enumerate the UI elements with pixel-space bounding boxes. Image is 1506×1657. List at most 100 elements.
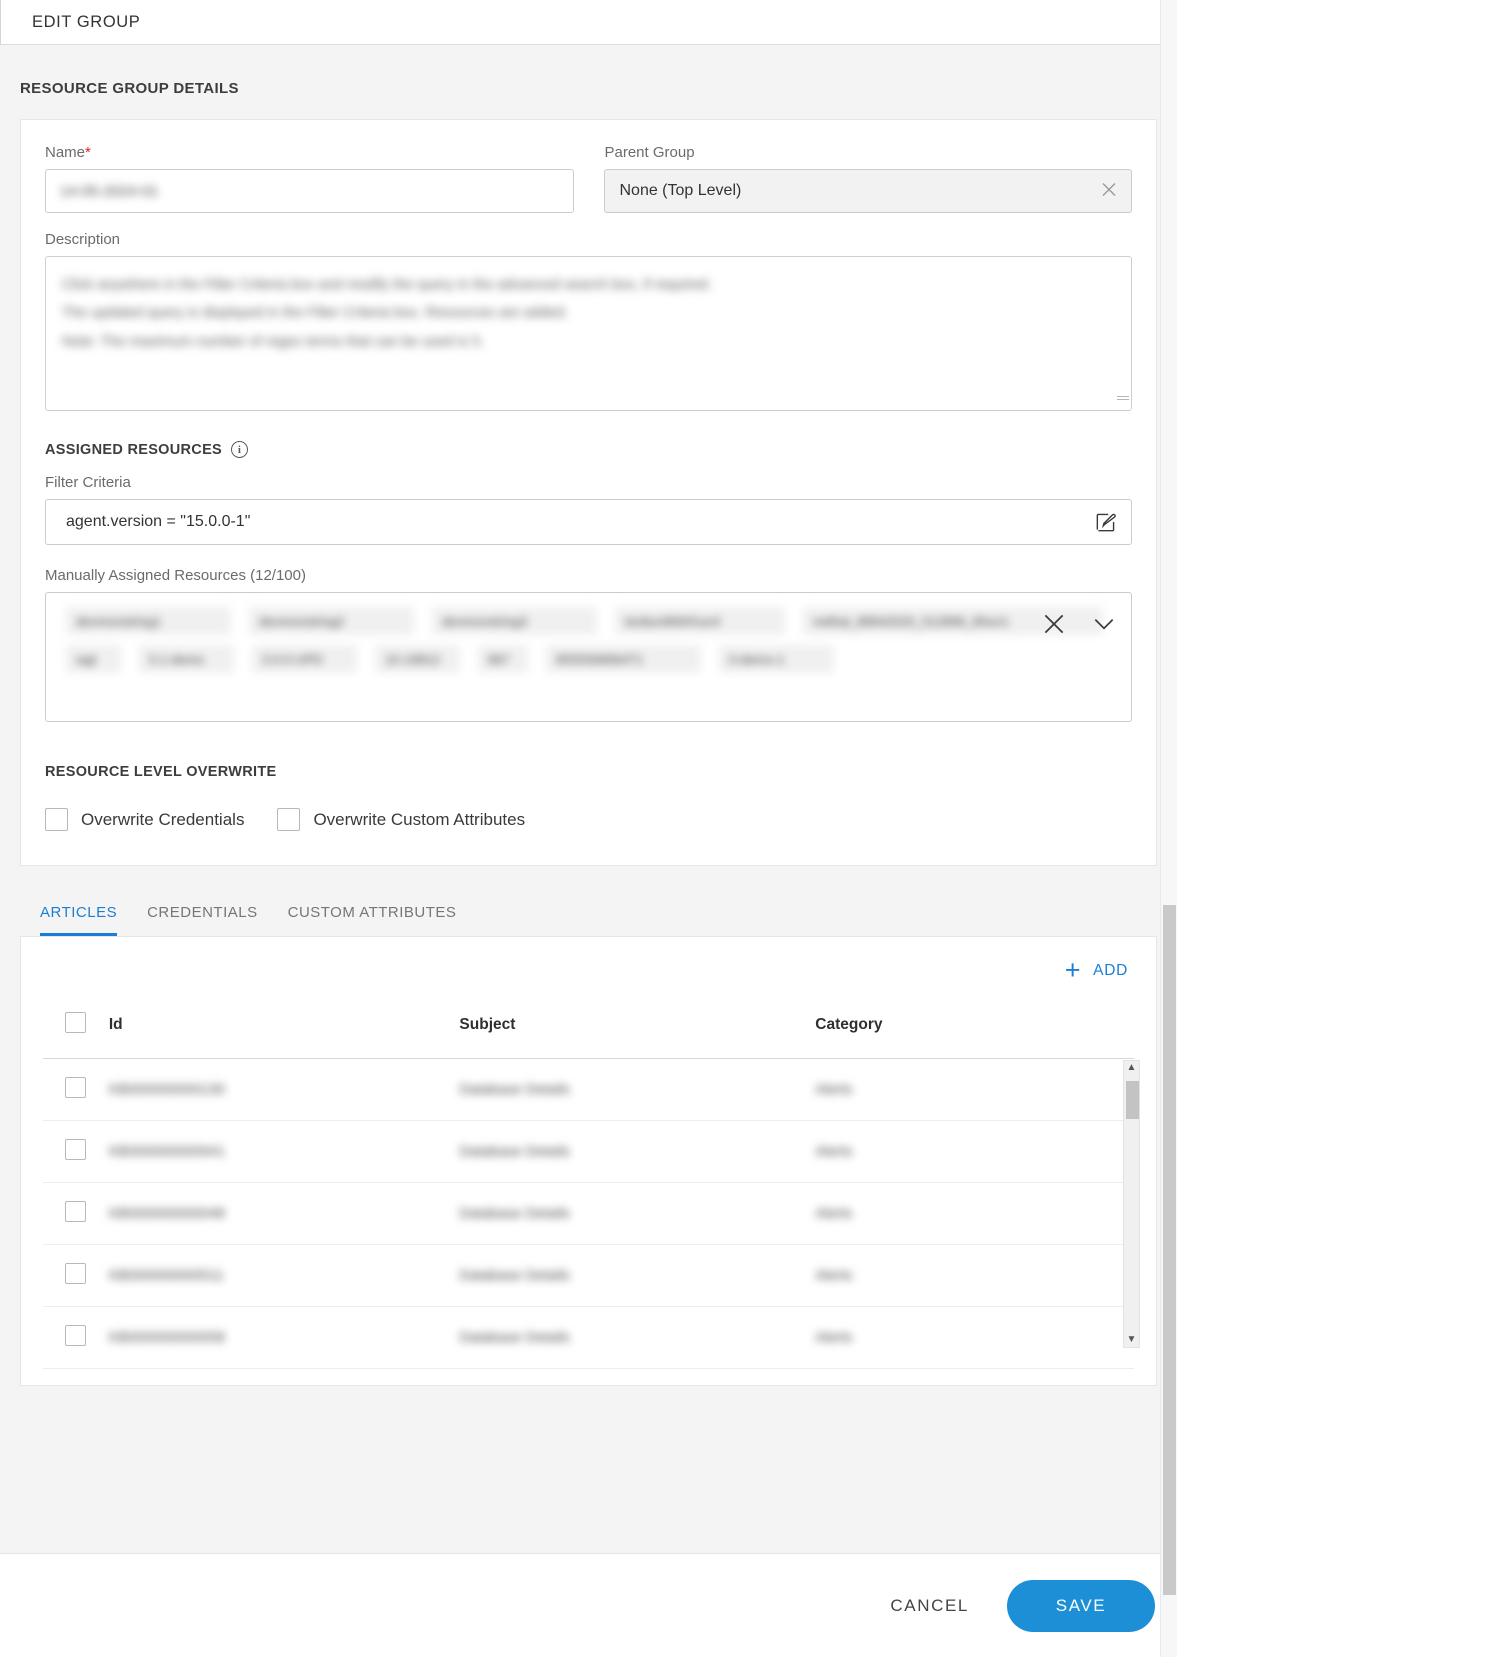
cell-subject: Database Details (459, 1058, 816, 1121)
resource-chip[interactable]: 0.1-demo (139, 645, 234, 673)
table-row[interactable]: KB000000000058 Database Details Alerts (43, 1306, 1134, 1369)
resource-chip[interactable]: 10-19812 (375, 645, 460, 673)
checkbox-overwrite-credentials[interactable] (45, 808, 68, 831)
parent-group-label: Parent Group (604, 144, 695, 161)
resource-chip[interactable]: 8555568964T1 (546, 645, 701, 673)
articles-table-body: KB000000000130 Database Details Alerts K… (43, 1058, 1134, 1369)
name-parent-row: Name* 14-05-2024-01 Parent Group None (T… (45, 144, 1132, 213)
checkbox-select-all[interactable] (65, 1012, 86, 1033)
page-background (1177, 0, 1489, 1657)
name-input[interactable]: 14-05-2024-01 (45, 169, 575, 213)
table-row[interactable]: KB000000000511 Database Details Alerts (43, 1244, 1134, 1307)
table-scrollbar[interactable]: ▲ ▼ (1123, 1060, 1140, 1348)
name-label: Name* (45, 144, 91, 161)
cancel-button[interactable]: CANCEL (884, 1595, 975, 1617)
cell-category: Alerts (815, 1244, 1134, 1307)
cell-subject: Database Details (459, 1244, 816, 1307)
edit-group-panel: EDIT GROUP RESOURCE GROUP DETAILS Name* … (0, 0, 1177, 1657)
filter-criteria-group: Filter Criteria agent.version = "15.0.0-… (45, 474, 1132, 545)
cell-id: KB000000000511 (108, 1244, 460, 1307)
cell-id: KB000000000048 (108, 1182, 460, 1245)
tab-articles[interactable]: ARTICLES (40, 904, 118, 936)
caret-up-icon[interactable]: ▲ (1127, 1061, 1137, 1075)
table-header-row: Id Subject Category (43, 998, 1134, 1059)
description-textarea[interactable]: Click anywhere in the Filter Criteria bo… (45, 256, 1132, 411)
articles-panel: + ADD Id Subject Category KB000000000130… (20, 936, 1157, 1386)
overwrite-credentials-option[interactable]: Overwrite Credentials (45, 808, 244, 831)
resource-chip[interactable]: devmonstring3 (432, 607, 597, 635)
table-row[interactable]: KB000000000130 Database Details Alerts (43, 1058, 1134, 1121)
panel-header: EDIT GROUP (0, 0, 1177, 45)
name-input-value: 14-05-2024-01 (60, 182, 159, 200)
cell-subject: Database Details (459, 1120, 816, 1183)
tab-bar: ARTICLES CREDENTIALS CUSTOM ATTRIBUTES (40, 904, 1177, 936)
table-scrollbar-thumb[interactable] (1126, 1081, 1139, 1119)
table-row[interactable]: KB000000000941 Database Details Alerts (43, 1120, 1134, 1183)
select-all-header (43, 998, 109, 1059)
articles-toolbar: + ADD (43, 957, 1134, 984)
column-header-category: Category (815, 998, 1134, 1059)
name-field-group: Name* 14-05-2024-01 (45, 144, 575, 213)
overwrite-custom-attributes-option[interactable]: Overwrite Custom Attributes (277, 808, 525, 831)
add-article-button[interactable]: + ADD (1065, 957, 1128, 984)
column-header-subject: Subject (459, 998, 816, 1059)
cell-category: Alerts (815, 1120, 1134, 1183)
description-field-group: Description Click anywhere in the Filter… (45, 231, 1132, 411)
articles-table: Id Subject Category KB000000000130 Datab… (43, 998, 1134, 1369)
edit-pencil-icon[interactable] (1093, 509, 1119, 535)
checkbox-row[interactable] (65, 1139, 86, 1160)
description-value: Click anywhere in the Filter Criteria bo… (62, 277, 712, 350)
column-header-id: Id (108, 998, 460, 1059)
cell-subject: Database Details (459, 1306, 816, 1369)
resource-group-details-card: Name* 14-05-2024-01 Parent Group None (T… (20, 119, 1157, 866)
required-asterisk: * (85, 144, 91, 161)
resource-chip[interactable]: devmonstring1 (66, 607, 231, 635)
checkbox-row[interactable] (65, 1201, 86, 1222)
info-icon[interactable]: i (231, 441, 249, 458)
resource-chip[interactable]: 867 (478, 645, 528, 673)
assigned-resources-heading: ASSIGNED RESOURCES i (45, 441, 1132, 458)
manual-resources-group: Manually Assigned Resources (12/100) dev… (45, 567, 1132, 722)
tab-custom-attributes[interactable]: CUSTOM ATTRIBUTES (288, 904, 457, 936)
resource-chip[interactable]: devmonstring2 (249, 607, 414, 635)
resource-chip[interactable]: wgt (66, 645, 121, 673)
overwrite-options: Overwrite Credentials Overwrite Custom A… (45, 808, 1132, 831)
resize-handle-icon[interactable] (1115, 394, 1129, 408)
page-scrollbar[interactable] (1160, 0, 1177, 1657)
save-button[interactable]: SAVE (1007, 1579, 1155, 1632)
articles-table-wrap: Id Subject Category KB000000000130 Datab… (43, 998, 1140, 1369)
assigned-resources-title: ASSIGNED RESOURCES (45, 441, 223, 458)
caret-down-icon[interactable]: ▼ (1127, 1333, 1137, 1347)
page-scrollbar-thumb[interactable] (1163, 905, 1176, 1595)
overwrite-custom-attributes-label: Overwrite Custom Attributes (313, 809, 526, 829)
checkbox-row[interactable] (65, 1325, 86, 1346)
header-accent-bar (0, 0, 14, 45)
chevron-down-icon[interactable] (1091, 611, 1117, 637)
cell-id: KB000000000130 (108, 1058, 460, 1121)
parent-group-select[interactable]: None (Top Level) (604, 169, 1132, 213)
checkbox-overwrite-custom-attributes[interactable] (277, 808, 301, 831)
filter-criteria-value: agent.version = "15.0.0-1" (66, 513, 251, 530)
resource-chip[interactable]: testlun96WXun4 (615, 607, 785, 635)
tab-credentials[interactable]: CREDENTIALS (147, 904, 258, 936)
table-row[interactable]: KB000000000048 Database Details Alerts (43, 1182, 1134, 1245)
filter-criteria-input[interactable]: agent.version = "15.0.0-1" (45, 499, 1132, 545)
dialog-footer: CANCEL SAVE (0, 1553, 1177, 1657)
close-icon[interactable] (1041, 611, 1067, 637)
checkbox-row[interactable] (65, 1263, 86, 1284)
parent-group-value: None (Top Level) (619, 182, 742, 199)
resource-chip[interactable]: 3.0.0-UPD (252, 645, 357, 673)
filter-criteria-label: Filter Criteria (45, 474, 131, 491)
cell-id: KB000000000058 (108, 1306, 460, 1369)
parent-group-field-group: Parent Group None (Top Level) (604, 144, 1132, 213)
manual-resources-label: Manually Assigned Resources (12/100) (45, 567, 306, 584)
chips-actions (1041, 611, 1117, 637)
overwrite-credentials-label: Overwrite Credentials (81, 809, 245, 829)
resource-chip[interactable]: 0-demo-1 (719, 645, 834, 673)
plus-icon: + (1064, 955, 1082, 985)
cell-category: Alerts (815, 1058, 1134, 1121)
page-title: EDIT GROUP (32, 12, 141, 31)
close-icon[interactable] (1101, 182, 1117, 201)
manual-resources-chips-container[interactable]: devmonstring1 devmonstring2 devmonstring… (45, 592, 1132, 722)
checkbox-row[interactable] (65, 1077, 86, 1098)
